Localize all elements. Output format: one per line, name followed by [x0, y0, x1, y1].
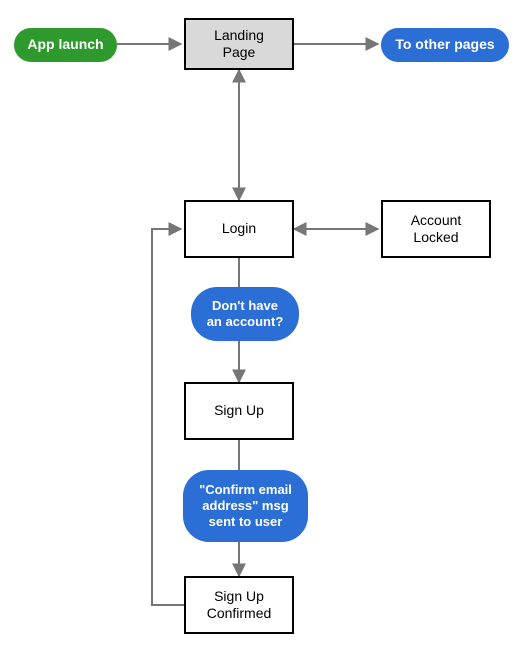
node-label: Login — [222, 220, 256, 238]
node-sign-up: Sign Up — [184, 382, 294, 440]
annotation-confirm-email: "Confirm emailaddress" msgsent to user — [183, 470, 308, 542]
annotation-text: Don't havean account? — [207, 298, 284, 331]
node-account-locked: AccountLocked — [381, 200, 491, 258]
node-app-launch: App launch — [14, 28, 117, 62]
annotation-no-account: Don't havean account? — [191, 287, 299, 341]
node-label: LandingPage — [214, 27, 264, 62]
edge-confirmed-back-to-login — [152, 229, 184, 605]
node-label: Sign Up — [214, 402, 264, 420]
node-label: App launch — [27, 36, 103, 54]
node-landing-page: LandingPage — [184, 18, 294, 70]
annotation-text: "Confirm emailaddress" msgsent to user — [199, 482, 292, 531]
node-label: To other pages — [395, 36, 494, 54]
node-label: AccountLocked — [411, 212, 462, 247]
node-sign-up-confirmed: Sign UpConfirmed — [184, 576, 294, 634]
flow-diagram: App launch LandingPage To other pages Lo… — [0, 0, 523, 654]
node-login: Login — [184, 200, 294, 258]
node-to-other-pages: To other pages — [381, 28, 509, 62]
node-label: Sign UpConfirmed — [207, 588, 272, 623]
